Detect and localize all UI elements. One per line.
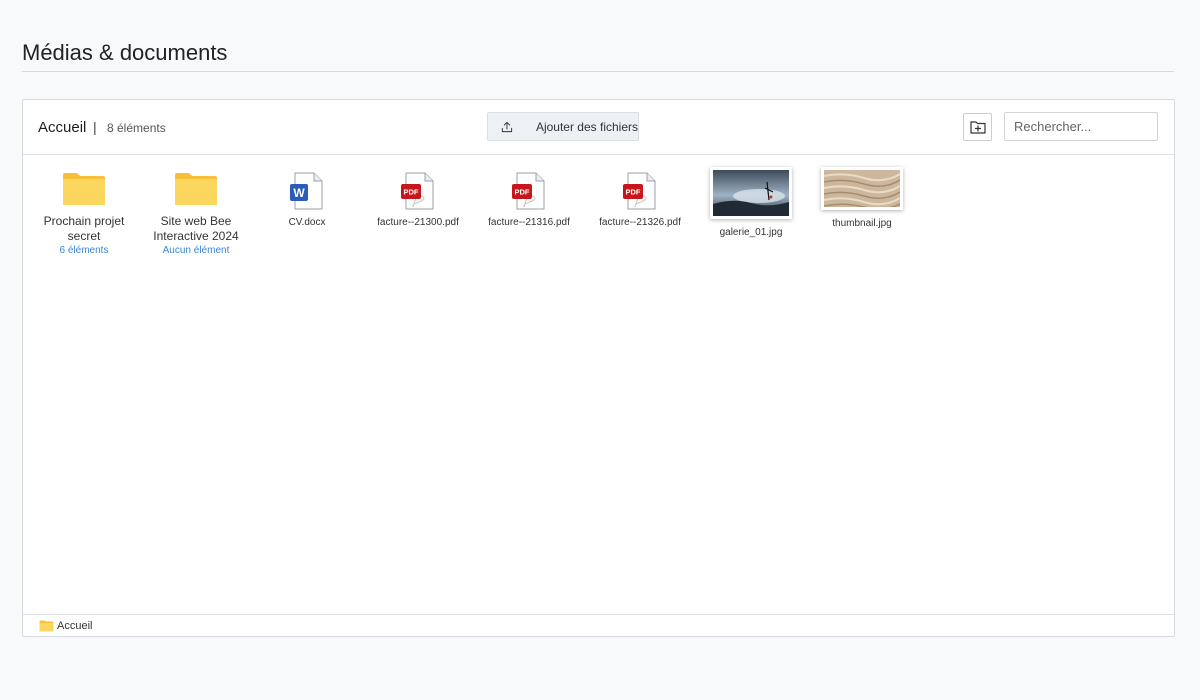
page-title: Médias & documents [22, 40, 228, 65]
breadcrumb-separator: | [93, 119, 97, 135]
add-files-label: Ajouter des fichiers [535, 119, 638, 134]
file-name: facture--21300.pdf [377, 217, 459, 228]
pdf-icon: PDF [401, 172, 434, 210]
add-files-button[interactable]: Ajouter des fichiers [487, 112, 639, 141]
media-browser-panel: Accueil | 8 éléments Ajouter des fichier… [22, 99, 1175, 637]
image-item[interactable]: thumbnail.jpg [807, 167, 917, 230]
image-thumbnail [821, 167, 903, 210]
footer-breadcrumb: Accueil [23, 614, 1174, 637]
pdf-badge-text: PDF [626, 188, 641, 197]
file-name: CV.docx [288, 217, 326, 228]
file-name: facture--21316.pdf [488, 217, 570, 228]
folder-plus-icon [969, 121, 986, 134]
word-badge-text: W [293, 186, 305, 200]
file-item[interactable]: W CV.docx [252, 172, 362, 229]
folder-count: 6 éléments [59, 245, 109, 256]
folder-name: Site web Bee Interactive 2024 [153, 214, 239, 243]
image-item[interactable]: galerie_01.jpg [696, 167, 806, 239]
word-document-icon: W [290, 172, 323, 210]
search-input[interactable] [1004, 112, 1158, 141]
breadcrumb-item-accueil[interactable]: Accueil [57, 620, 92, 632]
file-item[interactable]: PDF facture--21300.pdf [363, 172, 473, 229]
folder-icon [63, 173, 105, 205]
file-name: galerie_01.jpg [719, 227, 783, 238]
folder-icon [175, 173, 217, 205]
current-folder-label: Accueil [38, 119, 87, 136]
folder-icon [39, 620, 54, 632]
folder-item[interactable]: Prochain projet secret 6 éléments [29, 172, 139, 257]
pdf-badge-text: PDF [404, 188, 419, 197]
folder-count: Aucun élément [162, 245, 230, 256]
pdf-icon: PDF [512, 172, 545, 210]
folder-item[interactable]: Site web Bee Interactive 2024 Aucun élém… [141, 172, 251, 257]
upload-icon [501, 121, 513, 132]
toolbar: Accueil | 8 éléments Ajouter des fichier… [23, 100, 1174, 155]
image-thumbnail [710, 167, 792, 219]
title-divider [22, 71, 1174, 72]
folder-name: Prochain projet secret [43, 214, 125, 243]
new-folder-button[interactable] [963, 113, 992, 141]
pdf-badge-text: PDF [515, 188, 530, 197]
file-name: facture--21326.pdf [599, 217, 681, 228]
file-item[interactable]: PDF facture--21326.pdf [585, 172, 695, 229]
item-count: 8 éléments [107, 121, 166, 135]
pdf-icon: PDF [623, 172, 656, 210]
file-name: thumbnail.jpg [832, 218, 892, 229]
file-item[interactable]: PDF facture--21316.pdf [474, 172, 584, 229]
